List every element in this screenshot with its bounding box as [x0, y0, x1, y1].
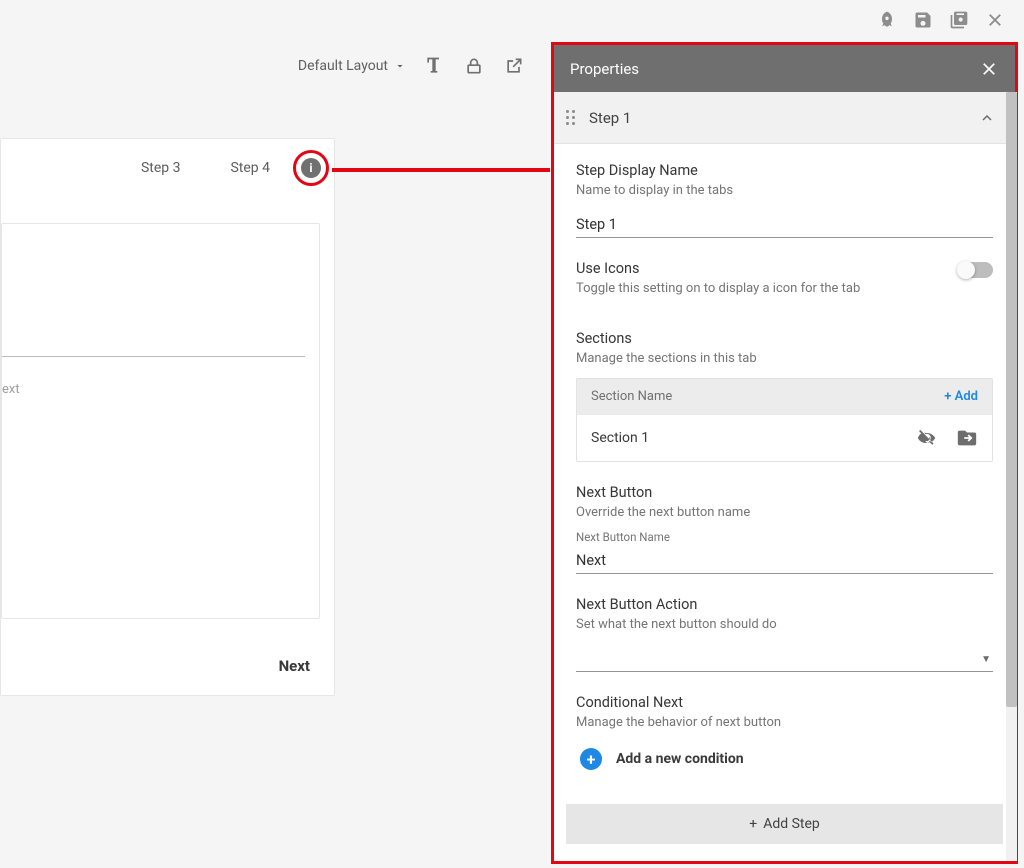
move-folder-icon[interactable]	[956, 427, 978, 449]
add-step-label: Add Step	[763, 816, 820, 832]
tab-step-4[interactable]: Step 4	[230, 160, 270, 176]
use-icons-toggle[interactable]	[959, 262, 993, 278]
use-icons-label: Use Icons	[576, 260, 860, 277]
chevron-up-icon[interactable]	[979, 110, 995, 126]
info-annotation: i	[293, 150, 329, 186]
scrollbar[interactable]	[1006, 92, 1017, 861]
add-section-button[interactable]: + Add	[944, 389, 978, 404]
section-name-header: Section Name	[591, 389, 672, 404]
helper-text: ext	[2, 382, 20, 397]
step-accordion-header[interactable]: Step 1	[554, 92, 1015, 144]
next-button[interactable]: Next	[279, 657, 310, 675]
next-button-name-input[interactable]	[576, 546, 993, 574]
conditional-next-desc: Manage the behavior of next button	[576, 715, 993, 730]
display-name-label: Step Display Name	[576, 162, 993, 179]
use-icons-block: Use Icons Toggle this setting on to disp…	[554, 242, 1015, 312]
plus-text-icon: +	[749, 816, 757, 832]
save-icon[interactable]	[912, 9, 934, 31]
next-action-dropdown[interactable]: ▼	[576, 644, 993, 672]
sections-desc: Manage the sections in this tab	[576, 351, 993, 366]
next-button-label: Next Button	[576, 484, 993, 501]
properties-panel: Properties Step 1 Step Display Name Name…	[551, 42, 1018, 864]
panel-header: Properties	[554, 45, 1015, 92]
panel-body: Step 1 Step Display Name Name to display…	[554, 92, 1015, 861]
plus-icon[interactable]: +	[580, 748, 602, 770]
next-button-block: Next Button Override the next button nam…	[554, 466, 1015, 578]
panel-close-button[interactable]	[979, 59, 999, 79]
add-condition-label: Add a new condition	[616, 751, 744, 767]
open-external-icon[interactable]	[502, 54, 526, 78]
sections-label: Sections	[576, 330, 993, 347]
conditional-next-block: Conditional Next Manage the behavior of …	[554, 676, 1015, 794]
section-name-cell: Section 1	[591, 430, 649, 446]
save-all-icon[interactable]	[948, 9, 970, 31]
display-name-block: Step Display Name Name to display in the…	[554, 144, 1015, 242]
close-icon[interactable]	[984, 9, 1006, 31]
annotation-connector	[332, 168, 550, 172]
next-action-label: Next Button Action	[576, 596, 993, 613]
layout-select[interactable]: Default Layout	[298, 58, 406, 74]
sections-block: Sections Manage the sections in this tab…	[554, 312, 1015, 466]
chevron-down-icon	[394, 60, 406, 72]
scrollbar-thumb[interactable]	[1006, 92, 1017, 707]
next-button-field-label: Next Button Name	[576, 530, 993, 544]
layout-label: Default Layout	[298, 58, 388, 74]
format-icon[interactable]	[422, 54, 446, 78]
form-inner-card: ext	[1, 223, 320, 619]
tab-step-3[interactable]: Step 3	[141, 160, 181, 176]
form-card: Step 3 Step 4 i ext Next	[0, 138, 335, 696]
input-line[interactable]	[2, 356, 305, 357]
rocket-icon[interactable]	[876, 9, 898, 31]
add-step-button[interactable]: + Add Step	[566, 804, 1003, 844]
layout-toolbar: Default Layout	[0, 46, 540, 86]
info-icon[interactable]: i	[301, 158, 321, 178]
row-actions	[916, 427, 978, 449]
table-row[interactable]: Section 1	[577, 414, 992, 461]
panel-title: Properties	[570, 60, 639, 78]
tabs-row: Step 3 Step 4 i	[1, 139, 334, 197]
display-name-desc: Name to display in the tabs	[576, 183, 993, 198]
accordion-title: Step 1	[589, 109, 965, 127]
display-name-input[interactable]	[576, 210, 993, 238]
visibility-off-icon[interactable]	[916, 427, 938, 449]
next-action-desc: Set what the next button should do	[576, 617, 993, 632]
add-condition-row[interactable]: + Add a new condition	[576, 742, 993, 780]
use-icons-desc: Toggle this setting on to display a icon…	[576, 281, 860, 296]
drag-handle-icon[interactable]	[566, 110, 575, 125]
next-button-desc: Override the next button name	[576, 505, 993, 520]
conditional-next-label: Conditional Next	[576, 694, 993, 711]
next-action-input[interactable]	[576, 644, 993, 672]
lock-icon[interactable]	[462, 54, 486, 78]
sections-table: Section Name + Add Section 1	[576, 378, 993, 462]
next-action-block: Next Button Action Set what the next but…	[554, 578, 1015, 676]
top-icon-bar	[876, 0, 1024, 40]
sections-table-header: Section Name + Add	[577, 379, 992, 414]
